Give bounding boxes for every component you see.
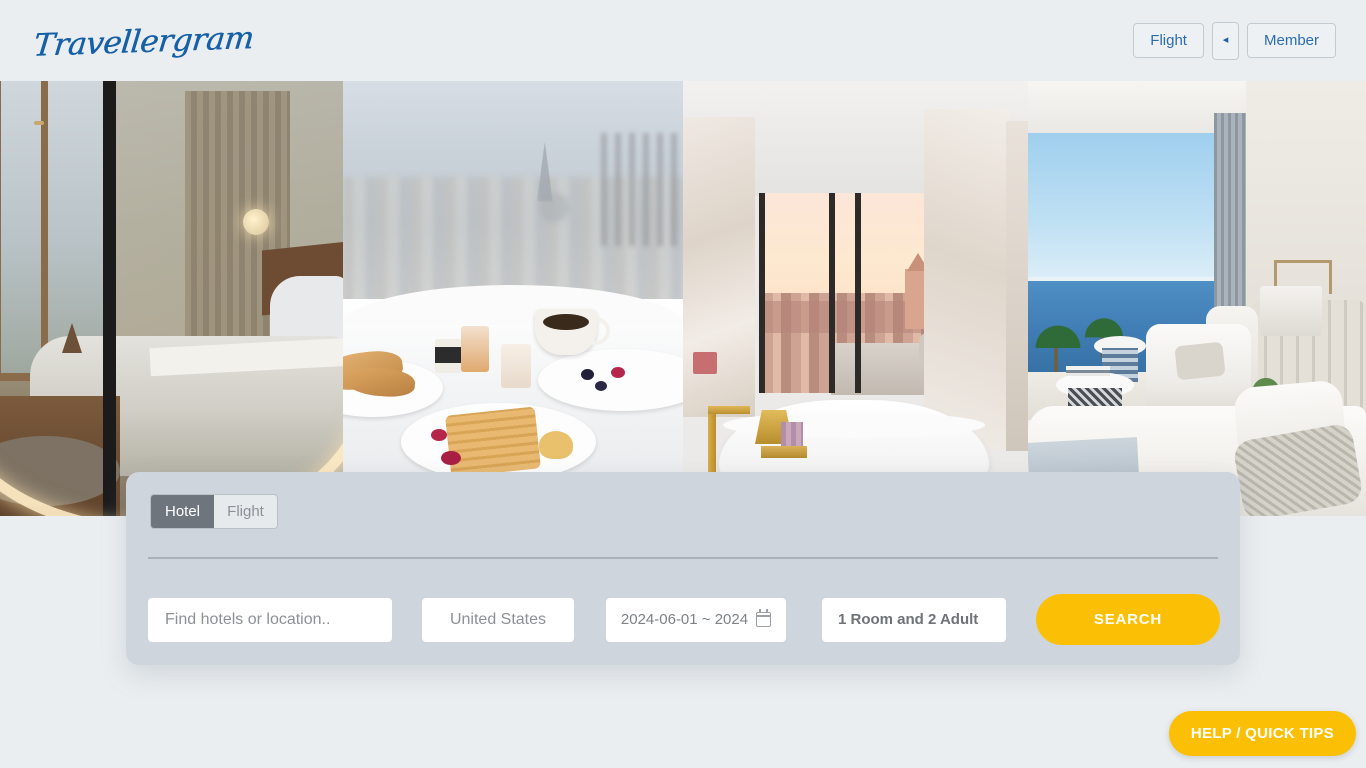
page-root: Travellergram Flight ◂ Member Hotel Flig… (0, 0, 1366, 768)
sky-shape (1028, 133, 1216, 281)
window-mullion-shape (829, 193, 835, 393)
hero-image-strip (0, 81, 1366, 516)
breakfast-photo (343, 81, 683, 516)
gold-faucet-shape (708, 406, 750, 474)
horizon-line-shape (1028, 277, 1216, 281)
coffee-cup-shape (535, 309, 610, 355)
location-placeholder-text: Find hotels or location.. (165, 610, 331, 628)
shelf-item-shape (693, 352, 717, 374)
search-fields-row: Find hotels or location.. United States … (148, 594, 1220, 645)
towers-shape (601, 133, 683, 247)
country-value-text: United States (449, 610, 547, 628)
window-mullion-shape (759, 193, 765, 393)
location-input[interactable]: Find hotels or location.. (148, 597, 392, 642)
ocean-suite-photo (1028, 81, 1366, 516)
brand-logo[interactable]: Travellergram (32, 20, 256, 64)
berry-shape (611, 367, 625, 378)
calendar-icon (755, 609, 772, 627)
guests-value-text: 1 Room and 2 Adult (838, 611, 979, 628)
tab-hotel[interactable]: Hotel (151, 495, 214, 528)
bath-tray-shape (761, 446, 807, 458)
fruit-garnish-shape (539, 431, 573, 459)
pendant-lamp-shape (243, 209, 269, 235)
hero-image-bedroom (0, 81, 343, 516)
side-table-shape (1094, 336, 1146, 382)
window-mullion-shape (855, 193, 861, 393)
site-header: Travellergram Flight ◂ Member (0, 0, 1366, 81)
palm-tree-shape (1030, 320, 1086, 372)
guests-selector[interactable]: 1 Room and 2 Adult (822, 597, 1006, 642)
bathroom-photo (683, 81, 1028, 516)
header-actions: Flight ◂ Member (1133, 21, 1336, 60)
waffle-shape (445, 406, 541, 478)
hero-image-bathroom (683, 81, 1028, 516)
berry-shape (595, 381, 607, 391)
bottles-shape (781, 422, 803, 448)
jar-shape (435, 339, 463, 373)
marble-column-shape (1006, 121, 1028, 451)
search-type-tabs: Hotel Flight (150, 494, 278, 529)
lamp-shade-shape (1260, 286, 1322, 336)
bedroom-photo (0, 81, 343, 516)
date-range-picker[interactable]: 2024-06-01 ~ 2024 (606, 597, 786, 642)
collapse-arrow-button[interactable]: ◂ (1211, 21, 1239, 60)
dessert-glass-shape (501, 344, 531, 388)
cushion-shape (1174, 341, 1226, 381)
date-range-text: 2024-06-01 ~ 2024 (620, 611, 749, 628)
books-shape (1066, 366, 1110, 376)
marble-wall-shape (924, 109, 1010, 449)
hero-image-breakfast (343, 81, 683, 516)
tab-flight[interactable]: Flight (214, 495, 277, 528)
panel-divider (148, 557, 1218, 559)
berry-shape (431, 429, 447, 441)
search-button[interactable]: SEARCH (1036, 594, 1220, 645)
berry-shape (441, 451, 461, 465)
member-button[interactable]: Member (1246, 23, 1336, 58)
flight-nav-button[interactable]: Flight (1133, 23, 1204, 58)
hero-image-ocean-suite (1028, 81, 1366, 516)
berry-shape (581, 369, 594, 380)
country-select[interactable]: United States (422, 597, 574, 642)
parfait-glass-shape (461, 326, 489, 372)
help-quick-tips-button[interactable]: HELP / QUICK TIPS (1168, 711, 1356, 756)
